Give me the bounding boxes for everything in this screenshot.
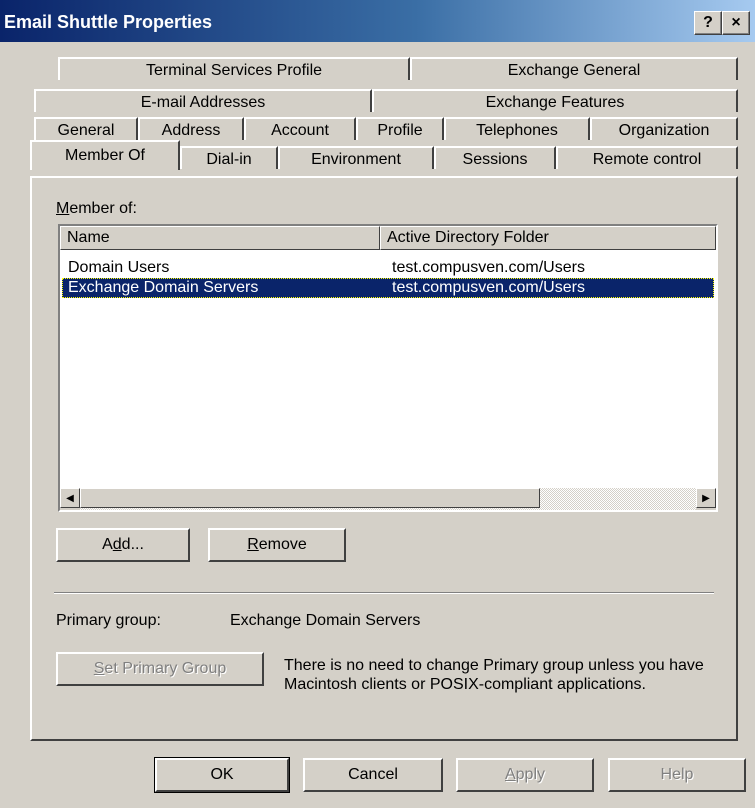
- help-footer-button[interactable]: Help: [608, 758, 746, 792]
- separator: [54, 592, 714, 594]
- window-title: Email Shuttle Properties: [4, 12, 213, 32]
- tab-label: Organization: [618, 122, 710, 139]
- tab-exchange-features[interactable]: Exchange Features: [372, 89, 738, 112]
- tab-terminal-services-profile[interactable]: Terminal Services Profile: [58, 57, 410, 80]
- arrow-left-icon: ◀: [66, 493, 74, 504]
- tab-account[interactable]: Account: [244, 117, 356, 140]
- group-folder: test.compusven.com/Users: [392, 279, 585, 296]
- tab-label: Terminal Services Profile: [145, 62, 323, 79]
- tab-label: General: [57, 122, 115, 139]
- column-header-folder[interactable]: Active Directory Folder: [380, 226, 716, 250]
- tab-label: Exchange Features: [485, 94, 625, 111]
- member-of-list[interactable]: Name Active Directory Folder Domain User…: [58, 224, 718, 512]
- tab-telephones[interactable]: Telephones: [444, 117, 590, 140]
- tab-profile[interactable]: Profile: [356, 117, 444, 140]
- member-of-panel: Member of: Name Active Directory Folder …: [30, 176, 738, 741]
- group-name: Exchange Domain Servers: [68, 279, 259, 296]
- tab-organization[interactable]: Organization: [590, 117, 738, 140]
- primary-group-note: There is no need to change Primary group…: [284, 657, 704, 693]
- scroll-left-button[interactable]: ◀: [60, 488, 80, 508]
- tab-dial-in[interactable]: Dial-in: [180, 146, 278, 169]
- column-header-label: Name: [67, 229, 110, 246]
- tab-member-of[interactable]: Member Of: [30, 140, 180, 170]
- button-label: Cancel: [348, 766, 398, 783]
- help-button[interactable]: ?: [694, 11, 722, 35]
- group-folder: test.compusven.com/Users: [392, 259, 585, 276]
- tab-environment[interactable]: Environment: [278, 146, 434, 169]
- properties-dialog: Email Shuttle Properties ? × Terminal Se…: [0, 0, 755, 808]
- tab-label: Member Of: [64, 147, 145, 164]
- set-primary-group-button[interactable]: Set Primary Group: [56, 652, 264, 686]
- tab-address[interactable]: Address: [138, 117, 244, 140]
- tab-general[interactable]: General: [34, 117, 138, 140]
- tab-label: Remote control: [592, 151, 702, 168]
- group-name: Domain Users: [68, 259, 170, 276]
- apply-button[interactable]: Apply: [456, 758, 594, 792]
- column-header-label: Active Directory Folder: [387, 229, 549, 246]
- tab-label: Account: [271, 122, 329, 139]
- primary-group-value: Exchange Domain Servers: [230, 612, 421, 629]
- tab-label: Telephones: [476, 122, 558, 139]
- list-item-selected[interactable]: Exchange Domain Servers test.compusven.c…: [62, 278, 714, 298]
- tab-label: Environment: [311, 151, 401, 168]
- list-item[interactable]: Domain Users test.compusven.com/Users: [62, 258, 714, 278]
- tab-label: Profile: [377, 122, 423, 139]
- horizontal-scrollbar[interactable]: ◀ ▶: [60, 488, 716, 510]
- add-button[interactable]: Add...: [56, 528, 190, 562]
- column-header-name[interactable]: Name: [60, 226, 380, 250]
- tab-label: Sessions: [462, 151, 528, 168]
- scroll-thumb[interactable]: [80, 488, 540, 508]
- scroll-right-button[interactable]: ▶: [696, 488, 716, 508]
- cancel-button[interactable]: Cancel: [303, 758, 443, 792]
- tab-label: Dial-in: [206, 151, 252, 168]
- close-icon: ×: [731, 14, 741, 31]
- tab-exchange-general[interactable]: Exchange General: [410, 57, 738, 80]
- button-label: Help: [660, 766, 694, 783]
- title-bar[interactable]: Email Shuttle Properties ? ×: [0, 0, 755, 42]
- close-button[interactable]: ×: [722, 11, 750, 35]
- tab-label: Address: [161, 122, 221, 139]
- remove-button[interactable]: Remove: [208, 528, 346, 562]
- ok-button[interactable]: OK: [154, 757, 290, 793]
- arrow-right-icon: ▶: [702, 493, 710, 504]
- member-of-label: Member of:: [56, 200, 137, 217]
- help-icon: ?: [703, 14, 713, 31]
- tab-email-addresses[interactable]: E-mail Addresses: [34, 89, 372, 112]
- tab-label: Exchange General: [507, 62, 641, 79]
- tab-remote-control[interactable]: Remote control: [556, 146, 738, 169]
- primary-group-label: Primary group:: [56, 612, 161, 629]
- tab-sessions[interactable]: Sessions: [434, 146, 556, 169]
- tab-label: E-mail Addresses: [140, 94, 266, 111]
- button-label: OK: [210, 766, 234, 783]
